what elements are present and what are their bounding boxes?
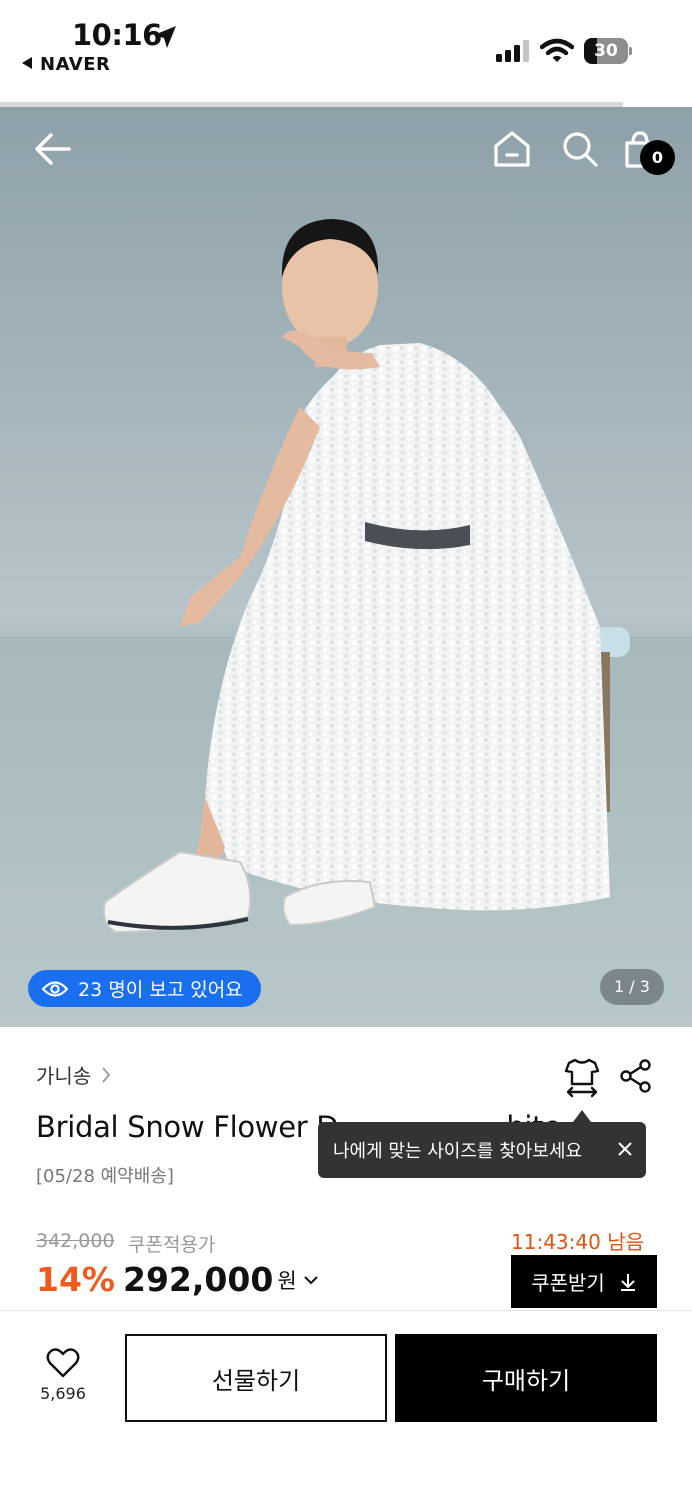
coupon-button-label: 쿠폰받기: [531, 1271, 605, 1295]
product-photo: [102, 219, 630, 934]
delivery-note: [05/28 예약배송]: [36, 1166, 174, 1187]
gift-button-label: 선물하기: [211, 1366, 301, 1395]
share-icon[interactable]: [618, 1058, 654, 1094]
tooltip-text: 나에게 맞는 사이즈를 찾아보세요: [333, 1141, 583, 1162]
cellular-signal-icon: [496, 40, 529, 62]
heart-icon: [46, 1348, 80, 1378]
like-button[interactable]: 5,696: [30, 1348, 96, 1403]
buy-button-label: 구매하기: [481, 1366, 571, 1395]
back-triangle-icon: [22, 57, 32, 69]
viewers-badge: 23 명이 보고 있어요: [28, 970, 261, 1007]
battery-icon: 30: [584, 38, 632, 64]
coupon-price-label: 쿠폰적용가: [128, 1234, 216, 1256]
product-title-start: Bridal Snow Flower D: [36, 1110, 339, 1144]
currency-label: 원: [277, 1268, 297, 1293]
status-time: 10:16: [72, 18, 162, 52]
size-finder-icon[interactable]: [562, 1056, 602, 1098]
discount-rate: 14%: [36, 1260, 115, 1299]
size-tooltip: 나에게 맞는 사이즈를 찾아보세요: [318, 1122, 646, 1178]
divider: [0, 1310, 692, 1311]
home-icon[interactable]: [492, 129, 532, 169]
sale-price: 292,000: [123, 1260, 274, 1299]
battery-level: 30: [594, 41, 618, 61]
download-icon: [620, 1273, 635, 1291]
back-to-app-link[interactable]: NAVER: [22, 54, 110, 75]
viewers-text: 23 명이 보고 있어요: [78, 979, 243, 1001]
original-price: 342,000: [36, 1230, 115, 1252]
close-icon[interactable]: [616, 1140, 634, 1158]
image-page-counter: 1 / 3: [600, 969, 664, 1005]
chevron-right-icon: [102, 1066, 111, 1083]
product-image-carousel[interactable]: 23 명이 보고 있어요 1 / 3: [0, 107, 692, 1027]
price-row: 14% 292,000 원: [36, 1260, 319, 1299]
search-icon[interactable]: [560, 129, 600, 169]
back-app-label: NAVER: [40, 54, 111, 75]
brand-name: 가니송: [36, 1064, 92, 1088]
brand-link[interactable]: 가니송: [36, 1060, 111, 1089]
cart-count-badge: 0: [640, 140, 675, 175]
chevron-down-icon[interactable]: [303, 1274, 319, 1286]
get-coupon-button[interactable]: 쿠폰받기: [511, 1255, 657, 1308]
back-arrow-icon[interactable]: [34, 131, 72, 167]
eye-icon: [42, 980, 68, 997]
tooltip-arrow: [573, 1110, 591, 1122]
status-bar: 10:16 NAVER 30: [0, 0, 692, 107]
gift-button[interactable]: 선물하기: [125, 1334, 387, 1422]
like-count: 5,696: [40, 1384, 86, 1403]
location-arrow-icon: [154, 26, 176, 48]
buy-button[interactable]: 구매하기: [395, 1334, 657, 1422]
wifi-icon: [540, 38, 574, 62]
coupon-timer: 11:43:40 남음: [511, 1230, 644, 1254]
